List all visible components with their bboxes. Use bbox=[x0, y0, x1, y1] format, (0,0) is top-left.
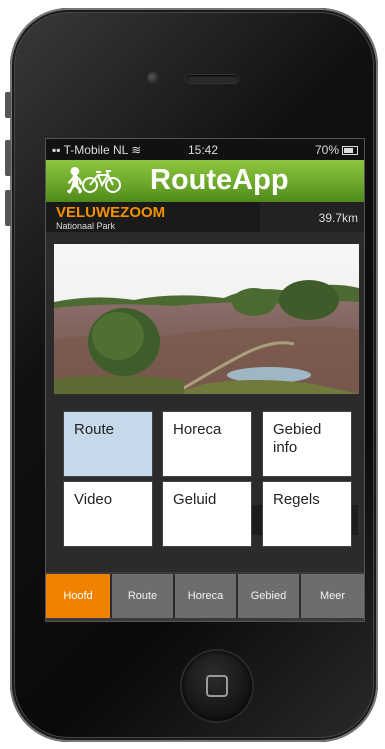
earpiece-speaker bbox=[186, 75, 238, 83]
tab-hoofd-label: Hoofd bbox=[63, 590, 93, 602]
location-photo bbox=[54, 244, 359, 394]
status-bar: ▪▪ T-Mobile NL ≋ 15:42 70% bbox=[46, 139, 364, 160]
volume-up-button[interactable] bbox=[5, 140, 11, 176]
bicycle-icon bbox=[82, 170, 121, 193]
tile-geluid-label: Geluid bbox=[173, 491, 217, 508]
tile-regels[interactable]: Regels bbox=[262, 481, 352, 547]
tile-video[interactable]: Video bbox=[63, 481, 153, 547]
battery-icon bbox=[342, 145, 358, 155]
phone-screen: ▪▪ T-Mobile NL ≋ 15:42 70% 🚶︎ RouteApp V… bbox=[45, 138, 365, 622]
wifi-icon: ≋ bbox=[127, 143, 142, 157]
volume-down-button[interactable] bbox=[5, 190, 11, 226]
status-time: 15:42 bbox=[188, 143, 219, 157]
app-header: 🚶︎ RouteApp bbox=[46, 160, 364, 202]
tile-regels-label: Regels bbox=[273, 491, 320, 508]
tile-gebied-info-label: Gebied info bbox=[273, 421, 322, 456]
tab-gebied[interactable]: Gebied bbox=[238, 574, 301, 618]
tab-horeca[interactable]: Horeca bbox=[175, 574, 238, 618]
location-header: VELUWEZOOM Nationaal Park 39.7km bbox=[46, 202, 364, 232]
tile-route[interactable]: Route bbox=[63, 411, 153, 477]
route-distance: 39.7km bbox=[318, 211, 358, 225]
tile-horeca[interactable]: Horeca bbox=[162, 411, 252, 477]
battery-indicator: 70% bbox=[315, 143, 358, 157]
tab-meer-label: Meer bbox=[319, 590, 346, 602]
home-button[interactable] bbox=[182, 651, 252, 721]
signal-icon: ▪▪ bbox=[52, 143, 64, 157]
app-title: RouteApp bbox=[150, 164, 289, 196]
tab-bar: Hoofd Route Horeca Gebied Meer bbox=[46, 572, 364, 621]
tab-route[interactable]: Route bbox=[112, 574, 175, 618]
carrier-name: T-Mobile NL bbox=[63, 143, 128, 157]
home-square-icon bbox=[206, 675, 228, 697]
tile-gebied-info[interactable]: Gebied info bbox=[262, 411, 352, 477]
tile-horeca-label: Horeca bbox=[173, 421, 222, 438]
front-camera bbox=[147, 72, 159, 84]
tab-gebied-label: Gebied bbox=[250, 590, 287, 602]
location-info: VELUWEZOOM Nationaal Park bbox=[46, 202, 260, 232]
battery-percent: 70% bbox=[314, 143, 339, 157]
tab-horeca-label: Horeca bbox=[187, 590, 224, 602]
tab-hoofd[interactable]: Hoofd bbox=[46, 574, 112, 618]
silent-switch[interactable] bbox=[5, 92, 11, 118]
location-subtitle: Nationaal Park bbox=[56, 221, 116, 231]
tile-geluid[interactable]: Geluid bbox=[162, 481, 252, 547]
tab-meer[interactable]: Meer bbox=[301, 574, 364, 618]
tile-video-label: Video bbox=[74, 491, 113, 508]
carrier-label: ▪▪ T-Mobile NL ≋ bbox=[52, 143, 141, 157]
tab-route-label: Route bbox=[127, 590, 158, 602]
location-name: VELUWEZOOM bbox=[56, 204, 166, 221]
tile-route-label: Route bbox=[74, 421, 115, 438]
